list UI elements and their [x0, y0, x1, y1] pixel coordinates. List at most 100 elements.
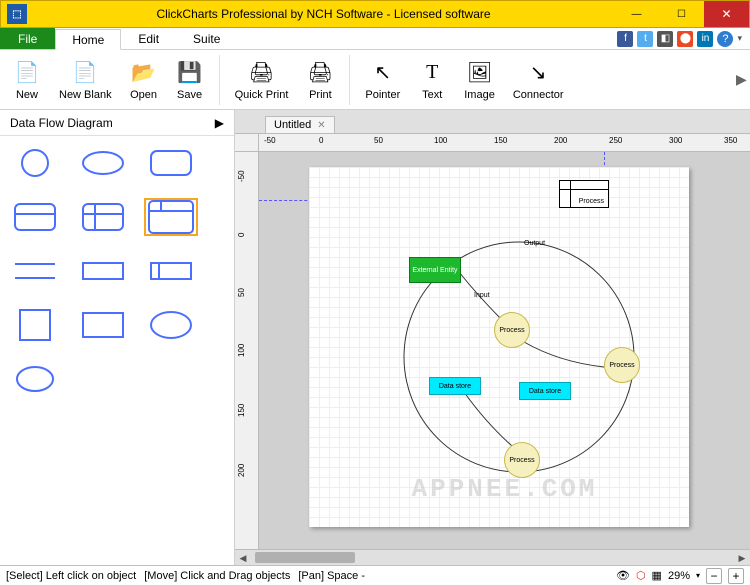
tab-suite[interactable]: Suite — [176, 28, 237, 49]
document-tabs: Untitled ✕ — [235, 110, 750, 134]
node-process[interactable]: Process — [504, 442, 540, 478]
stumble-icon[interactable]: ⬤ — [677, 31, 693, 47]
workspace: Data Flow Diagram ▶ Untitled ✕ — [0, 110, 750, 565]
ruler-vertical: -50 0 50 100 150 200 — [235, 152, 259, 549]
file-menu[interactable]: File — [0, 28, 55, 49]
app-icon: ⬚ — [7, 4, 27, 24]
twitter-icon[interactable]: t — [637, 31, 653, 47]
menu-bar: File Home Edit Suite f t ◧ ⬤ in ? ▾ — [0, 28, 750, 50]
text-button[interactable]: TText — [409, 52, 455, 108]
node-data-store[interactable]: Data store — [519, 382, 571, 400]
canvas-area: Untitled ✕ -50 0 50 100 150 200 250 300 … — [235, 110, 750, 565]
maximize-button[interactable] — [659, 1, 704, 27]
quick-print-button[interactable]: 🖨Quick Print — [226, 52, 298, 108]
print-button[interactable]: 🖨Print — [297, 52, 343, 108]
share-icon[interactable]: ◧ — [657, 31, 673, 47]
scrollbar-horizontal[interactable]: ◀ ▶ — [235, 549, 750, 565]
node-process[interactable]: Process — [494, 312, 530, 348]
shape-panel-title: Data Flow Diagram — [10, 116, 113, 130]
quick-print-label: Quick Print — [235, 89, 289, 101]
zoom-label: 29% — [668, 570, 690, 582]
ruler-tick: 100 — [237, 344, 246, 357]
tab-edit[interactable]: Edit — [121, 28, 176, 49]
shape-window[interactable] — [146, 200, 196, 234]
magnet-icon[interactable]: ⬡ — [636, 569, 646, 582]
connector-button[interactable]: ↘ Connector — [504, 52, 573, 108]
status-pan: [Pan] Space - — [298, 570, 365, 582]
scroll-thumb[interactable] — [255, 552, 355, 563]
save-icon: 💾 — [176, 59, 204, 87]
open-button[interactable]: 📂Open — [121, 52, 167, 108]
shape-panel-header[interactable]: Data Flow Diagram ▶ — [0, 110, 234, 136]
divider — [219, 55, 220, 105]
shape-rounded-rect[interactable] — [146, 146, 196, 180]
close-button[interactable] — [704, 1, 749, 27]
shape-square[interactable] — [10, 308, 60, 342]
new-button[interactable]: 📄 New — [4, 52, 50, 108]
rulers-canvas: -50 0 50 100 150 200 250 300 350 -50 0 5… — [235, 134, 750, 549]
ruler-tick: 200 — [237, 464, 246, 477]
linkedin-icon[interactable]: in — [697, 31, 713, 47]
grid-icon[interactable]: ▦ — [652, 569, 662, 582]
ruler-tick: 0 — [237, 233, 246, 237]
ruler-tick: 100 — [434, 136, 447, 145]
ribbon: 📄 New 📄New Blank 📂Open 💾Save 🖨Quick Print… — [0, 50, 750, 110]
help-dropdown-icon[interactable]: ▾ — [737, 33, 742, 44]
zoom-in-button[interactable]: + — [728, 568, 744, 584]
ruler-tick: 150 — [494, 136, 507, 145]
shape-open-rect[interactable] — [10, 254, 60, 288]
close-tab-icon[interactable]: ✕ — [317, 120, 325, 131]
canvas-page[interactable]: Output Input External Entity Process Pro… — [309, 167, 689, 527]
connector-icon: ↘ — [524, 59, 552, 87]
shape-rect-thin[interactable] — [78, 254, 128, 288]
document-tab-label: Untitled — [274, 119, 311, 131]
new-label: New — [16, 89, 38, 101]
ruler-tick: 150 — [237, 404, 246, 417]
node-process-box[interactable]: Process — [559, 180, 609, 208]
ruler-horizontal: -50 0 50 100 150 200 250 300 350 — [259, 134, 750, 152]
divider — [349, 55, 350, 105]
image-button[interactable]: 🖼Image — [455, 52, 504, 108]
node-process[interactable]: Process — [604, 347, 640, 383]
shape-circle[interactable] — [10, 146, 60, 180]
status-select: [Select] Left click on object — [6, 570, 136, 582]
ruler-tick: 50 — [237, 288, 246, 297]
input-label: Input — [474, 292, 490, 299]
pointer-icon: ↖ — [369, 59, 397, 87]
pointer-label: Pointer — [365, 89, 400, 101]
print-label: Print — [309, 89, 332, 101]
eye-icon[interactable]: 👁 — [616, 569, 630, 582]
text-icon: T — [418, 59, 446, 87]
shape-split-rect-hv[interactable] — [78, 200, 128, 234]
shape-rect[interactable] — [78, 308, 128, 342]
node-external-entity[interactable]: External Entity — [409, 257, 461, 283]
shape-rect-side[interactable] — [146, 254, 196, 288]
tab-home[interactable]: Home — [55, 29, 121, 50]
scroll-left-icon[interactable]: ◀ — [235, 550, 251, 566]
ribbon-scroll-right-icon[interactable]: ▶ — [730, 71, 746, 88]
new-icon: 📄 — [13, 59, 41, 87]
shape-ellipse2[interactable] — [146, 308, 196, 342]
open-icon: 📂 — [130, 59, 158, 87]
shape-split-rect-h[interactable] — [10, 200, 60, 234]
pointer-button[interactable]: ↖ Pointer — [356, 52, 409, 108]
zoom-out-button[interactable]: − — [706, 568, 722, 584]
shape-ellipse[interactable] — [78, 146, 128, 180]
social-icons: f t ◧ ⬤ in ? ▾ — [617, 28, 750, 49]
new-blank-button[interactable]: 📄New Blank — [50, 52, 121, 108]
minimize-button[interactable] — [614, 1, 659, 27]
save-button[interactable]: 💾Save — [167, 52, 213, 108]
help-icon[interactable]: ? — [717, 31, 733, 47]
document-tab[interactable]: Untitled ✕ — [265, 116, 335, 133]
shape-ellipse3[interactable] — [10, 362, 60, 396]
facebook-icon[interactable]: f — [617, 31, 633, 47]
scroll-right-icon[interactable]: ▶ — [734, 550, 750, 566]
connectors: Output Input — [309, 167, 689, 527]
ruler-tick: 300 — [669, 136, 682, 145]
ruler-tick: 350 — [724, 136, 737, 145]
watermark: APPNEE.COM — [411, 474, 597, 504]
zoom-dropdown-icon[interactable]: ▾ — [696, 571, 700, 580]
node-data-store[interactable]: Data store — [429, 377, 481, 395]
connector-label: Connector — [513, 89, 564, 101]
canvas[interactable]: Output Input External Entity Process Pro… — [259, 152, 750, 549]
